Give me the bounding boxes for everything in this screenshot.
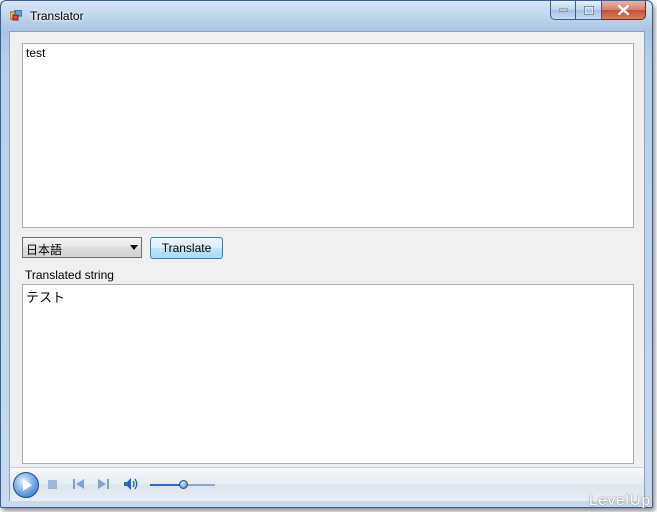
translate-button[interactable]: Translate (150, 237, 223, 259)
client-area: 日本語 Translate Translated string (9, 31, 645, 501)
volume-slider-thumb[interactable] (178, 480, 188, 489)
language-selected: 日本語 (26, 243, 63, 257)
volume-slider[interactable] (150, 480, 215, 489)
play-icon[interactable] (13, 472, 39, 498)
maximize-button[interactable] (576, 1, 602, 20)
close-button[interactable] (602, 1, 646, 20)
watermark: LevelUp (588, 492, 651, 509)
stop-icon[interactable] (48, 480, 57, 489)
translated-string-label: Translated string (25, 268, 114, 282)
next-icon[interactable] (98, 479, 109, 489)
minimize-icon (558, 8, 568, 12)
dropdown-arrow-icon (130, 245, 138, 250)
previous-icon[interactable] (73, 479, 84, 489)
window-title: Translator (30, 9, 84, 23)
maximize-icon (583, 5, 594, 15)
volume-icon[interactable] (124, 478, 140, 490)
app-window: Translator 日本語 (0, 0, 653, 508)
minimize-button[interactable] (550, 1, 576, 20)
title-bar[interactable]: Translator (1, 1, 652, 29)
volume-slider-fill (150, 484, 183, 486)
language-dropdown[interactable]: 日本語 (22, 237, 142, 258)
app-icon (10, 10, 22, 21)
close-icon (618, 5, 629, 15)
translated-text-output[interactable] (22, 284, 634, 464)
source-text-input[interactable] (22, 43, 634, 228)
media-player-bar (10, 467, 644, 501)
caption-buttons (550, 1, 646, 20)
